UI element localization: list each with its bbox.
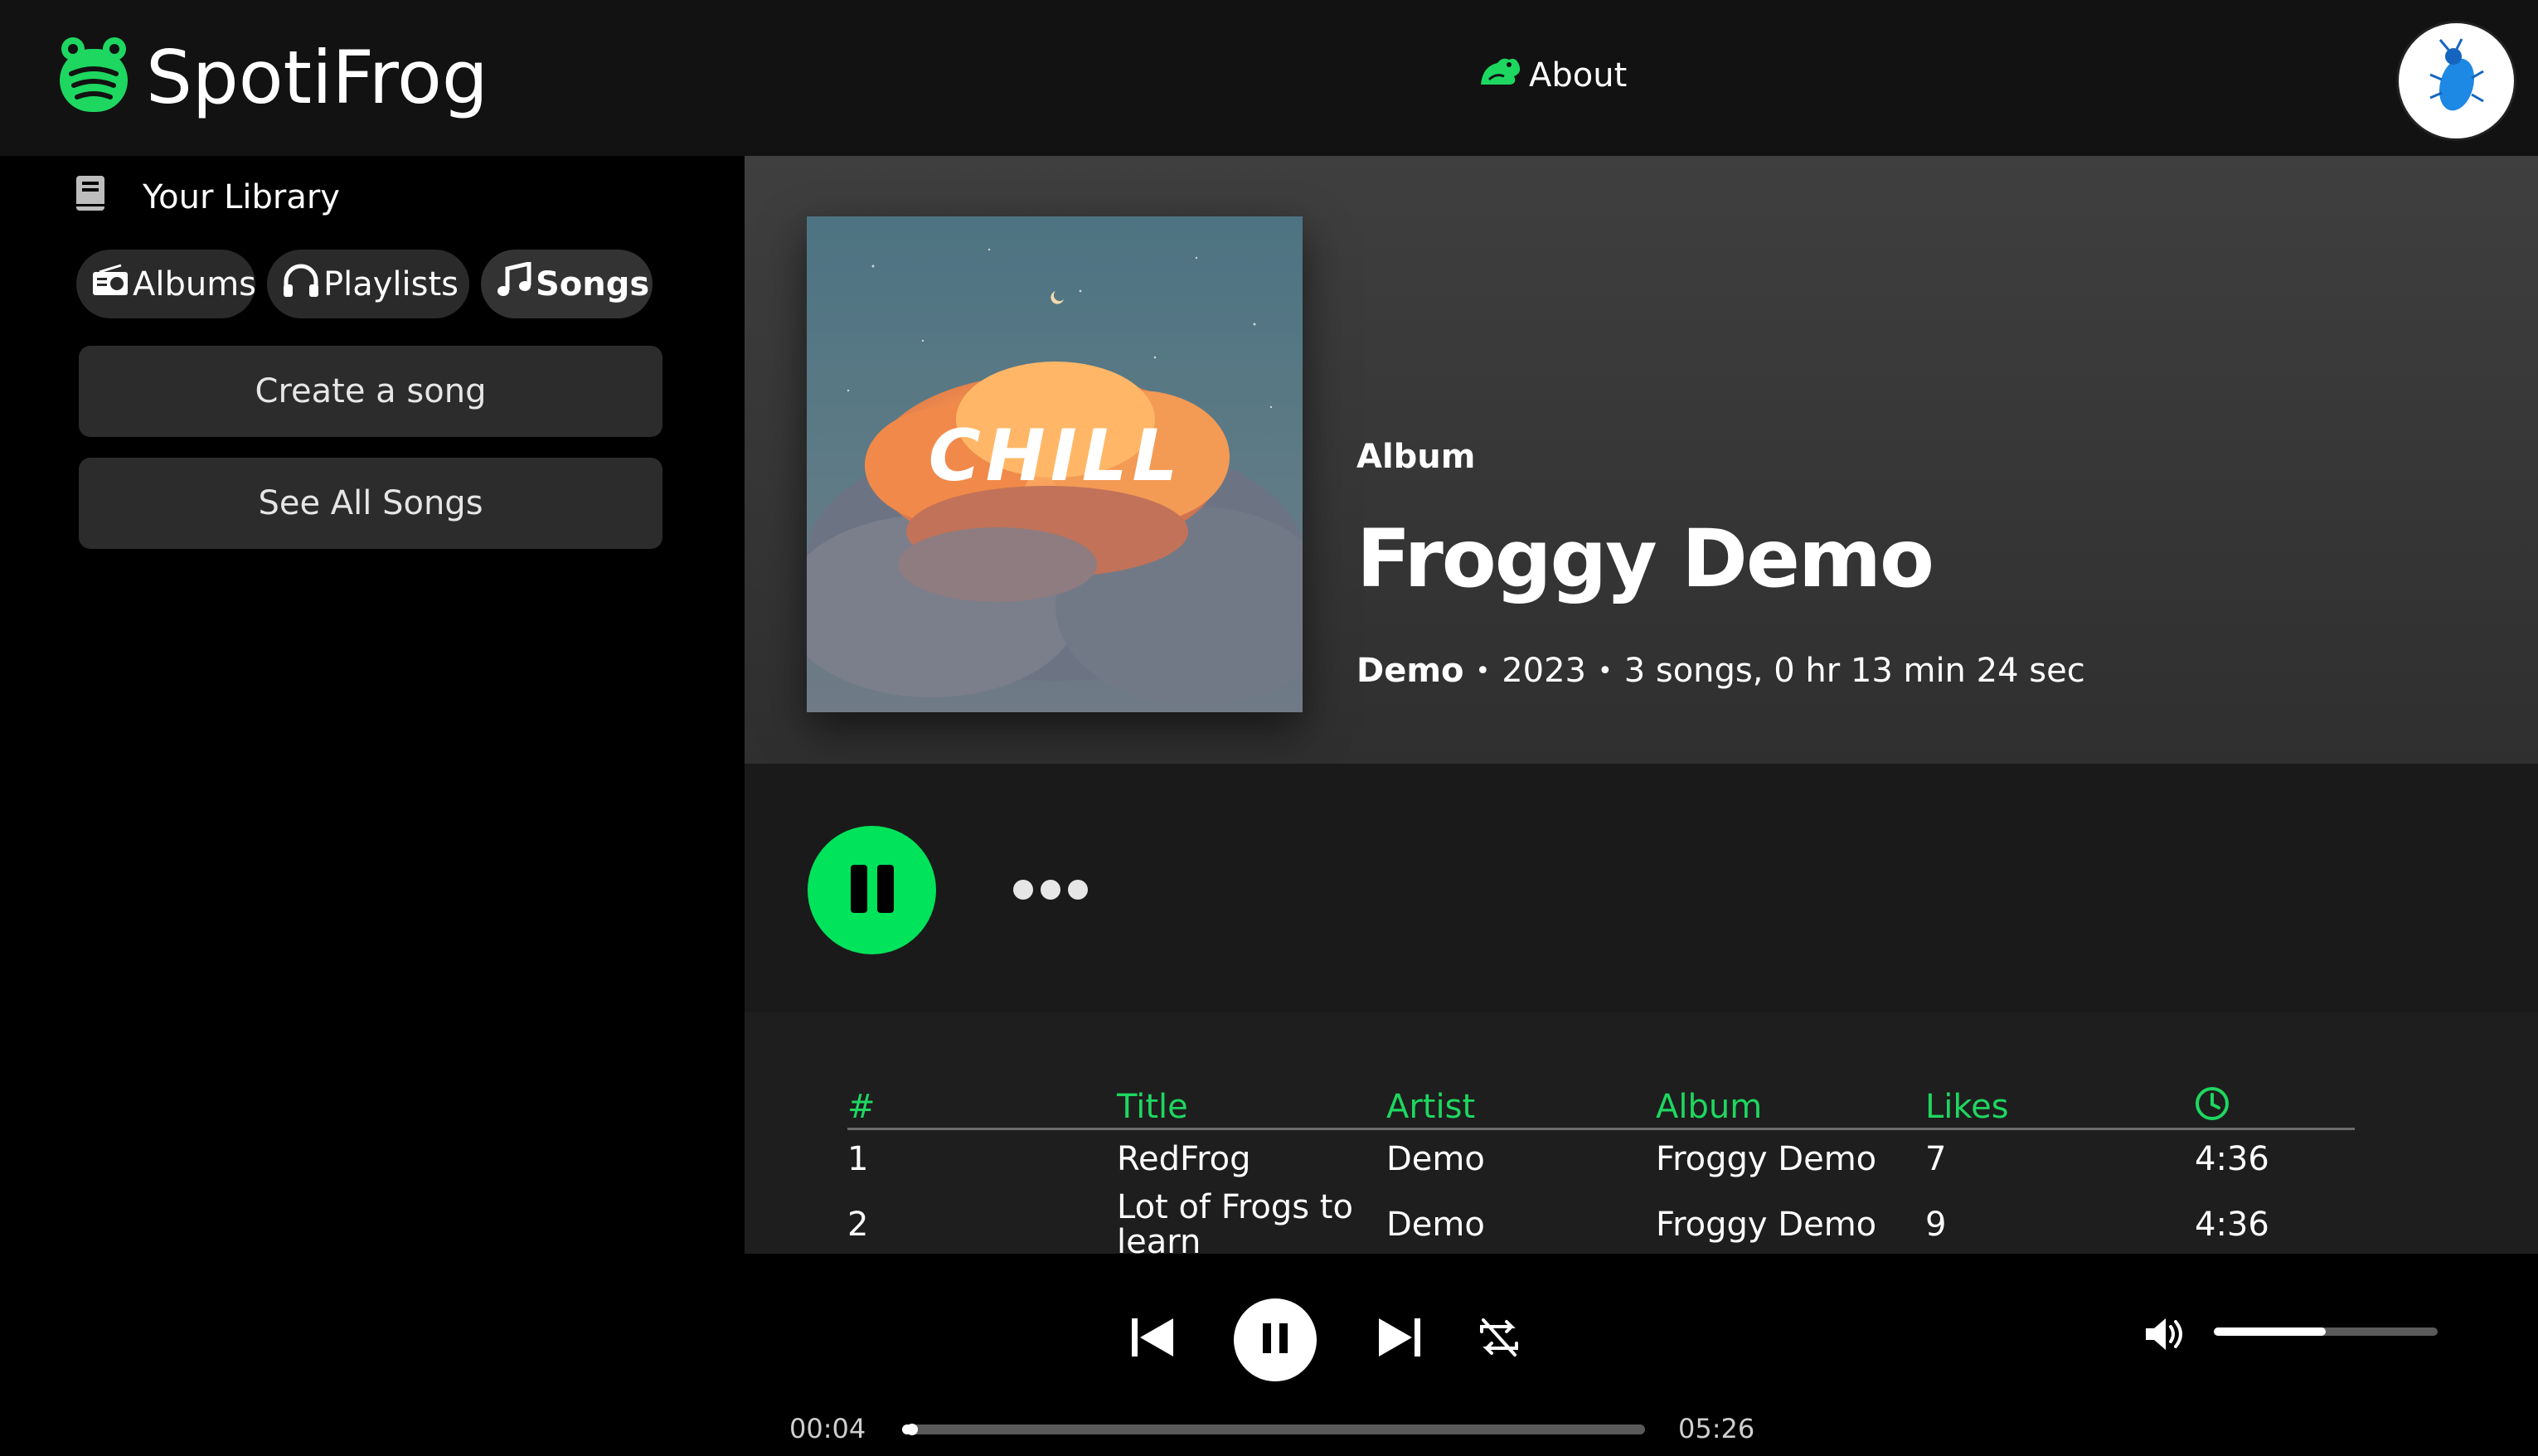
progress-knob[interactable] — [905, 1424, 918, 1435]
header-artist[interactable]: Artist — [1386, 1088, 1656, 1126]
volume-button[interactable] — [2143, 1315, 2190, 1357]
track-list: # Title Artist Album Likes 1 RedFrog Dem… — [745, 1012, 2538, 1259]
skip-forward-icon — [1377, 1315, 1422, 1363]
create-song-button[interactable]: Create a song — [79, 346, 662, 437]
meta-separator: • — [1598, 656, 1613, 686]
album-title: Froggy Demo — [1356, 512, 1934, 605]
track-duration: 4:36 — [2195, 1206, 2269, 1244]
player-pause-button[interactable] — [1234, 1298, 1317, 1381]
album-year: 2023 — [1502, 652, 1586, 690]
progress-slider[interactable] — [902, 1424, 1645, 1435]
about-link[interactable]: About — [1478, 50, 1627, 101]
track-title[interactable]: Lot of Frogs to learn — [1117, 1190, 1366, 1259]
clock-icon — [2195, 1087, 2230, 1126]
volume-icon — [2144, 1315, 2189, 1357]
album-artist[interactable]: Demo — [1356, 652, 1464, 690]
repeat-off-button[interactable] — [1474, 1314, 1524, 1364]
dot — [1068, 880, 1088, 900]
header-album[interactable]: Album — [1656, 1088, 1925, 1126]
radio-icon — [91, 264, 129, 305]
brand-logo[interactable]: SpotiFrog — [58, 32, 488, 123]
track-album[interactable]: Froggy Demo — [1656, 1140, 1925, 1178]
meta-separator: • — [1475, 656, 1491, 686]
see-all-songs-button[interactable]: See All Songs — [79, 458, 662, 549]
album-controls — [745, 764, 2538, 1012]
header-title[interactable]: Title — [1117, 1088, 1386, 1126]
brand-name: SpotiFrog — [146, 34, 488, 120]
table-row[interactable]: 2 Lot of Frogs to learn Demo Froggy Demo… — [847, 1188, 2355, 1261]
playlists-chip[interactable]: Playlists — [267, 250, 469, 318]
headphones-icon — [282, 263, 320, 306]
album-header: CHILL Album Froggy Demo Demo • 2023 • 3 … — [745, 156, 2538, 764]
songs-chip[interactable]: Songs — [481, 250, 653, 318]
track-album[interactable]: Froggy Demo — [1656, 1206, 1925, 1244]
header-duration[interactable] — [2195, 1086, 2355, 1126]
more-options-button[interactable] — [1013, 867, 1088, 912]
songs-chip-label: Songs — [536, 265, 650, 303]
about-label: About — [1529, 56, 1628, 95]
track-number: 1 — [847, 1140, 869, 1178]
album-pause-button[interactable] — [808, 826, 936, 954]
next-track-button[interactable] — [1375, 1314, 1424, 1364]
skip-back-icon — [1130, 1315, 1175, 1363]
track-likes: 7 — [1925, 1140, 1947, 1178]
sidebar: Your Library Albums Playlists Songs Crea… — [0, 156, 745, 1254]
dot — [1041, 880, 1060, 900]
header-number: # — [847, 1088, 876, 1126]
table-header: # Title Artist Album Likes — [847, 1070, 2355, 1130]
total-time: 05:26 — [1678, 1413, 1755, 1444]
table-row[interactable]: 1 RedFrog Demo Froggy Demo 7 4:36 — [847, 1130, 2355, 1188]
cover-text: CHILL — [929, 415, 1183, 497]
track-table: # Title Artist Album Likes 1 RedFrog Dem… — [847, 1070, 2355, 1261]
track-artist[interactable]: Demo — [1386, 1140, 1656, 1178]
playlists-chip-label: Playlists — [323, 265, 459, 303]
album-summary: 3 songs, 0 hr 13 min 24 sec — [1623, 652, 2085, 690]
repeat-off-icon — [1477, 1315, 1521, 1363]
album-kind-label: Album — [1356, 438, 1476, 476]
top-bar: SpotiFrog About — [0, 0, 2538, 156]
track-artist[interactable]: Demo — [1386, 1206, 1656, 1244]
frog-logo-icon — [58, 36, 129, 119]
pause-icon — [846, 863, 899, 918]
album-meta: Demo • 2023 • 3 songs, 0 hr 13 min 24 se… — [1356, 652, 2085, 690]
library-filter-chips: Albums Playlists Songs — [76, 250, 653, 318]
user-avatar[interactable] — [2396, 21, 2516, 141]
music-note-icon — [496, 260, 532, 307]
track-duration: 4:36 — [2195, 1140, 2269, 1178]
track-number: 2 — [847, 1206, 869, 1244]
previous-track-button[interactable] — [1128, 1314, 1177, 1364]
bug-avatar-icon — [2424, 37, 2490, 124]
albums-chip[interactable]: Albums — [76, 250, 257, 318]
track-title[interactable]: RedFrog — [1117, 1142, 1386, 1177]
your-library-header[interactable]: Your Library — [75, 174, 340, 221]
frog-icon — [1478, 55, 1522, 96]
pause-icon — [1259, 1322, 1291, 1358]
track-likes: 9 — [1925, 1206, 1947, 1244]
album-cover: CHILL — [807, 216, 1303, 712]
volume-fill — [2214, 1327, 2326, 1336]
albums-chip-label: Albums — [133, 265, 257, 303]
dot — [1013, 880, 1033, 900]
book-icon — [75, 174, 106, 221]
volume-slider[interactable] — [2214, 1327, 2438, 1336]
library-label: Your Library — [143, 178, 340, 216]
elapsed-time: 00:04 — [789, 1413, 866, 1444]
header-likes[interactable]: Likes — [1925, 1088, 2195, 1126]
